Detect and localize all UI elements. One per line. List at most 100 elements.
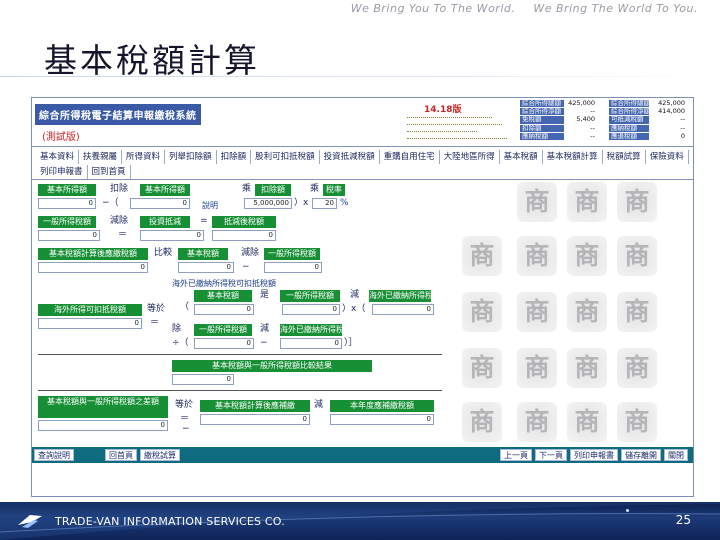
- label-foreign-3: 一般所得稅額: [194, 324, 252, 336]
- tab-print[interactable]: 列印申報書: [36, 164, 88, 179]
- help-button[interactable]: 查詢說明: [34, 449, 74, 461]
- op-minus: 減除: [110, 216, 129, 226]
- tab-tax-trial[interactable]: 稅額試算: [603, 150, 646, 164]
- watermark-stamp: 商: [517, 292, 557, 332]
- summary-value: --: [590, 131, 595, 140]
- company-logo-icon: [18, 515, 42, 528]
- summary-label: 應納稅額: [609, 124, 649, 132]
- input-basic-income[interactable]: 0: [38, 198, 96, 209]
- input-final-right[interactable]: 0: [330, 414, 434, 425]
- tab-basic-data[interactable]: 基本資料: [36, 150, 80, 164]
- app-screenshot: 綜合所得稅電子結算申報繳稅系統 (測試版) 14.18版 綜合所得總額 425,0…: [31, 97, 694, 497]
- input-basic-tax[interactable]: 0: [178, 262, 234, 273]
- tab-itemized[interactable]: 列舉扣除額: [165, 150, 217, 164]
- label-foreign-box: 海外所得可扣抵稅額: [38, 304, 142, 316]
- tab-deduction[interactable]: 扣除額: [217, 150, 252, 164]
- input-foreign-3[interactable]: 0: [194, 338, 254, 349]
- foreign-title: 海外已繳納所得稅可扣抵稅額: [172, 279, 276, 288]
- bottom-band: TRADE-VAN INFORMATION SERVICES CO. 25: [0, 502, 720, 540]
- next-page-button[interactable]: 下一頁: [535, 449, 567, 461]
- label-tax-after: 抵減後稅額: [212, 216, 276, 228]
- summary-label: 可抵減稅額: [609, 116, 649, 124]
- watermark-stamp: 商: [617, 182, 657, 222]
- op-compare: 比較: [154, 248, 173, 258]
- input-general-tax[interactable]: 0: [38, 230, 100, 241]
- input-final-mid[interactable]: 0: [200, 414, 310, 425]
- summary-value: 0: [680, 131, 685, 140]
- watermark-stamp: 商: [567, 292, 607, 332]
- label-total: 基本稅額與一般所得稅額比較結果: [172, 360, 372, 372]
- tab-dependents[interactable]: 扶養親屬: [79, 150, 123, 164]
- save-exit-button[interactable]: 儲存離開: [621, 449, 661, 461]
- watermark-stamp: 商: [567, 236, 607, 276]
- slide-title: 基本稅額計算: [44, 41, 260, 80]
- summary-label: 免稅額: [520, 116, 564, 124]
- watermark-stamp: 商: [517, 348, 557, 388]
- watermark-stamp: 商: [462, 402, 502, 442]
- input-invest-credit[interactable]: 0: [140, 230, 204, 241]
- tab-mainland-income[interactable]: 大陸地區所得: [440, 150, 500, 164]
- input-tax-after[interactable]: 0: [212, 230, 276, 241]
- home-button[interactable]: 回首頁: [105, 449, 137, 461]
- calc-form: 商 商 商 商 商 商 商 商 商 商 商 商 商 商 商 商 商 商 商 基本…: [32, 180, 693, 463]
- print-button[interactable]: 列印申報書: [570, 449, 618, 461]
- slogan-right: We Bring The World To You.: [533, 2, 698, 15]
- watermark-stamp: 商: [617, 348, 657, 388]
- input-total[interactable]: 0: [172, 374, 234, 385]
- watermark-stamp: 商: [567, 182, 607, 222]
- nav-tabs: 基本資料 扶養親屬 所得資料 列舉扣除額 扣除額 股利可扣抵稅額 投資抵減稅額 …: [32, 147, 693, 180]
- label-basic-income-2: 基本所得額: [140, 184, 190, 196]
- label-general-tax: 一般所得稅額: [38, 216, 96, 228]
- label-basic-income: 基本所得額: [38, 184, 96, 196]
- input-foreign-1[interactable]: 0: [194, 304, 254, 315]
- summary-label: 應退稅額: [609, 132, 649, 141]
- label-basic-tax: 基本稅額: [178, 248, 228, 260]
- op-rate: 乘: [310, 184, 320, 194]
- tab-home[interactable]: 回到首頁: [88, 164, 131, 179]
- label-foreign-1: 基本稅額: [194, 290, 252, 302]
- close-button[interactable]: 關閉: [664, 449, 688, 461]
- watermark-stamp: 商: [462, 348, 502, 388]
- input-foreign-box[interactable]: 0: [38, 318, 142, 329]
- summary-label: 綜合所得總額: [520, 100, 564, 108]
- tab-basic-tax-calc[interactable]: 基本稅額計算: [543, 150, 603, 164]
- tab-rebuy-house[interactable]: 重購自用住宅: [380, 150, 440, 164]
- op-multiply: 乘: [242, 184, 252, 194]
- company-name: TRADE-VAN INFORMATION SERVICES CO.: [55, 515, 285, 528]
- op-equals: =: [200, 216, 208, 226]
- tax-trial-button[interactable]: 繳稅試算: [140, 449, 180, 461]
- input-deduct-amount[interactable]: 0: [130, 198, 190, 209]
- input-foreign-2[interactable]: 0: [282, 304, 340, 315]
- decorative-dot: [626, 509, 629, 512]
- input-million[interactable]: 5,000,000: [244, 198, 292, 209]
- watermark-stamp: 商: [617, 292, 657, 332]
- tab-income[interactable]: 所得資料: [122, 150, 166, 164]
- slogan-left: We Bring You To The World.: [350, 2, 516, 15]
- prev-page-button[interactable]: 上一頁: [500, 449, 532, 461]
- tab-invest-credit[interactable]: 投資抵減稅額: [320, 150, 380, 164]
- tab-dividend-credit[interactable]: 股利可扣抵稅額: [251, 150, 320, 164]
- test-version: (測試版): [42, 132, 80, 143]
- tab-basic-tax[interactable]: 基本稅額: [500, 150, 543, 164]
- input-final-left[interactable]: 0: [38, 420, 168, 431]
- watermark-stamp: 商: [462, 236, 502, 276]
- system-name: 綜合所得稅電子結算申報繳稅系統: [35, 104, 201, 125]
- summary-label: 綜合所得淨額: [520, 108, 564, 116]
- tab-insurance[interactable]: 保險資料: [646, 150, 689, 164]
- app-footer: 查詢說明 回首頁 繳稅試算 上一頁 下一頁 列印申報書 儲存離開 關閉: [32, 447, 693, 463]
- input-final-tax[interactable]: 0: [264, 262, 322, 273]
- app-header: 綜合所得稅電子結算申報繳稅系統 (測試版) 14.18版 綜合所得總額 425,0…: [32, 98, 693, 147]
- summary-right: 綜合所得總額 425,000 綜合所得淨額 414,000 可抵減稅額 -- 應納稅額…: [609, 99, 687, 141]
- input-row3-left[interactable]: 0: [38, 262, 148, 273]
- watermark-stamp: 商: [517, 402, 557, 442]
- input-rate[interactable]: 20: [312, 198, 337, 209]
- note-label: 說明: [202, 201, 218, 210]
- summary-left: 綜合所得總額 425,000 綜合所得淨額 -- 免稅額 5,400 扣除額 -- 應納…: [520, 99, 597, 141]
- label-final-left: 基本稅額與一般所得稅額之差額: [38, 396, 168, 418]
- input-foreign-tax[interactable]: 0: [372, 304, 434, 315]
- watermark-stamp: 商: [617, 402, 657, 442]
- header-info-lines: [407, 112, 507, 140]
- input-foreign-tax-2[interactable]: 0: [280, 338, 342, 349]
- watermark-stamp: 商: [462, 292, 502, 332]
- watermark-stamp: 商: [517, 182, 557, 222]
